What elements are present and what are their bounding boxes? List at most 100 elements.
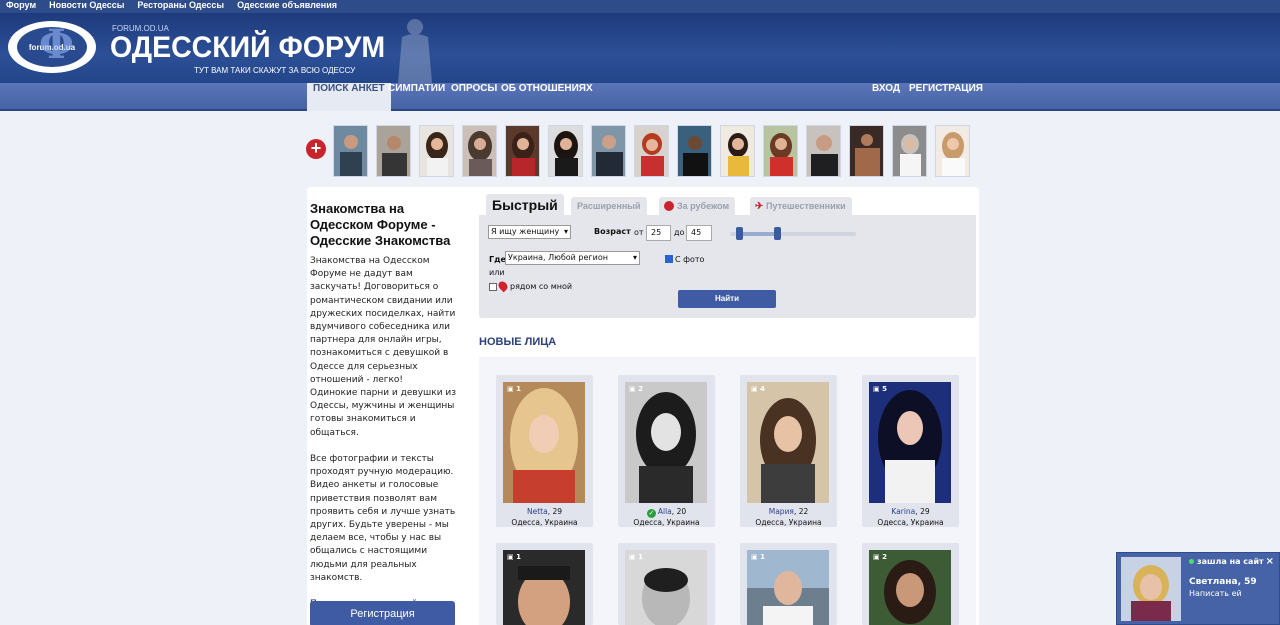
strip-thumbnail[interactable] — [333, 125, 368, 177]
strip-thumbnail[interactable] — [892, 125, 927, 177]
or-label: или — [489, 268, 505, 277]
site-header: Φforum.od.ua FORUM.OD.UA ОДЕССКИЙ ФОРУМ … — [0, 13, 1280, 83]
camera-icon: ▣ — [507, 385, 514, 393]
online-notification[interactable]: зашла на сайт × Светлана, 59 Написать ей — [1116, 552, 1280, 625]
nav-relationships[interactable]: ОБ ОТНОШЕНИЯХ — [495, 83, 599, 111]
write-message-link[interactable]: Написать ей — [1189, 589, 1242, 598]
notification-status: зашла на сайт — [1197, 557, 1264, 566]
strip-thumbnail[interactable] — [763, 125, 798, 177]
find-button[interactable]: Найти — [678, 290, 776, 308]
age-from-input[interactable]: 25 — [646, 225, 671, 241]
strip-thumbnail[interactable] — [849, 125, 884, 177]
tab-travelers[interactable]: ✈ Путешественники — [750, 197, 852, 215]
with-photo-checkbox[interactable] — [665, 255, 673, 263]
strip-thumbnail[interactable] — [935, 125, 970, 177]
notification-name[interactable]: Светлана, 59 — [1189, 577, 1257, 587]
profile-city: Одесса, Украина — [511, 518, 578, 527]
top-link-news[interactable]: Новости Одессы — [49, 0, 124, 13]
profile-name[interactable]: Мария — [769, 507, 794, 516]
top-links-bar: Форум Новости Одессы Рестораны Одессы Од… — [0, 0, 1280, 13]
profile-photo[interactable]: ▣ 5 — [869, 382, 951, 503]
profile-photo[interactable]: ▣ 2 — [869, 550, 951, 625]
camera-icon: ▣ — [873, 385, 880, 393]
profile-photo[interactable]: ▣ 1 — [503, 382, 585, 503]
nav-register[interactable]: РЕГИСТРАЦИЯ — [903, 83, 989, 111]
age-from-label: от — [634, 228, 644, 237]
verified-icon: ✓ — [646, 509, 656, 518]
camera-icon: ▣ — [751, 553, 758, 561]
camera-icon: ▣ — [629, 553, 636, 561]
register-button[interactable]: Регистрация — [310, 601, 455, 625]
main-nav: ПОИСК АНКЕТ СИМПАТИИ ОПРОСЫ ОБ ОТНОШЕНИЯ… — [0, 83, 1280, 111]
profile-age: 20 — [676, 507, 687, 516]
profile-photo[interactable]: ▣ 2 — [625, 382, 707, 503]
profile-photo[interactable]: ▣ 4 — [747, 382, 829, 503]
strip-thumbnail[interactable] — [677, 125, 712, 177]
age-to-handle[interactable] — [774, 227, 782, 240]
profile-card[interactable]: ▣ 1 Netta, 29 Одесса, Украина — [496, 375, 593, 527]
strip-thumbnail[interactable] — [806, 125, 841, 177]
profile-photo[interactable]: ▣ 1 — [503, 550, 585, 625]
profile-city: Одесса, Украина — [633, 518, 700, 527]
close-icon[interactable]: × — [1266, 556, 1274, 567]
statue-decoration — [398, 19, 432, 83]
strip-thumbnail[interactable] — [505, 125, 540, 177]
photo-count: ▣ 2 — [873, 553, 887, 561]
photo-count: ▣ 4 — [751, 385, 765, 393]
strip-thumbnail[interactable] — [376, 125, 411, 177]
profile-card[interactable]: ▣ 5 Karina, 29 Одесса, Украина — [862, 375, 959, 527]
strip-thumbnail[interactable] — [634, 125, 669, 177]
where-label: Где — [489, 255, 506, 264]
camera-icon: ▣ — [751, 385, 758, 393]
top-link-forum[interactable]: Форум — [6, 0, 36, 13]
near-me-label: рядом со мной — [510, 282, 573, 291]
tab-advanced[interactable]: Расширенный — [571, 197, 647, 215]
location-select[interactable]: Украина, Любой регион — [505, 251, 640, 265]
strip-thumbnail[interactable] — [419, 125, 454, 177]
photo-count: ▣ 1 — [507, 385, 521, 393]
profile-name[interactable]: Karina — [891, 507, 915, 516]
seeking-select[interactable]: Я ищу женщину — [488, 225, 571, 239]
photo-count: ▣ 2 — [629, 385, 643, 393]
plus-icon[interactable]: + — [306, 139, 326, 159]
globe-icon — [664, 201, 674, 211]
site-title[interactable]: ОДЕССКИЙ ФОРУМ — [110, 31, 385, 65]
profile-photo[interactable]: ▣ 1 — [625, 550, 707, 625]
profile-card[interactable]: ▣ 1 — [740, 543, 837, 625]
profile-card[interactable]: ▣ 2 — [862, 543, 959, 625]
strip-thumbnail[interactable] — [720, 125, 755, 177]
nav-search-profiles[interactable]: ПОИСК АНКЕТ — [307, 83, 391, 111]
age-from-handle[interactable] — [736, 227, 744, 240]
photo-count: ▣ 1 — [751, 553, 765, 561]
camera-icon: ▣ — [507, 553, 514, 561]
plane-icon: ✈ — [755, 201, 764, 212]
site-logo[interactable]: Φforum.od.ua — [8, 21, 96, 73]
profile-age: 22 — [798, 507, 809, 516]
profile-name[interactable]: Netta — [527, 507, 548, 516]
strip-thumbnail[interactable] — [548, 125, 583, 177]
profile-card[interactable]: ▣ 1 — [496, 543, 593, 625]
notification-avatar[interactable] — [1121, 557, 1181, 621]
tab-quick[interactable]: Быстрый — [486, 194, 564, 215]
strip-thumbnail[interactable] — [591, 125, 626, 177]
strip-thumbnail[interactable] — [462, 125, 497, 177]
nav-sympathies[interactable]: СИМПАТИИ — [382, 83, 451, 111]
with-photo-label: С фото — [675, 255, 705, 264]
top-link-ads[interactable]: Одесские объявления — [237, 0, 337, 13]
profile-age: 29 — [920, 507, 930, 516]
tab-abroad[interactable]: За рубежом — [659, 197, 736, 215]
nav-login[interactable]: ВХОД — [866, 83, 906, 111]
profile-card[interactable]: ▣ 2 ✓ Alla, 20 Одесса, Украина — [618, 375, 715, 527]
age-range-slider[interactable] — [730, 227, 856, 240]
age-to-input[interactable]: 45 — [686, 225, 712, 241]
age-to-label: до — [674, 228, 685, 237]
near-me-checkbox[interactable] — [489, 283, 497, 291]
profile-photo[interactable]: ▣ 1 — [747, 550, 829, 625]
profile-card[interactable]: ▣ 4 Мария, 22 Одесса, Украина — [740, 375, 837, 527]
intro-text: Знакомства на Одесском Форуме не дадут в… — [310, 256, 457, 622]
profile-name[interactable]: Alla — [658, 507, 672, 516]
profile-city: Одесса, Украина — [877, 518, 944, 527]
online-dot-icon — [1189, 559, 1194, 564]
top-link-restaurants[interactable]: Рестораны Одессы — [137, 0, 224, 13]
profile-card[interactable]: ▣ 1 — [618, 543, 715, 625]
